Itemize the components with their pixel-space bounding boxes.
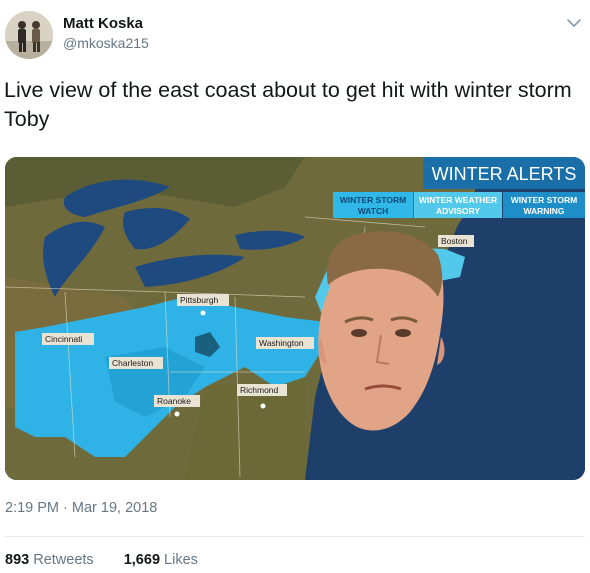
tweet-timestamp[interactable]: 2:19 PM · Mar 19, 2018 <box>5 500 157 516</box>
city-label-roanoke: Roanoke <box>157 396 191 406</box>
tweet-media-image[interactable]: WINTER ALERTS WINTER STORM WATCH WINTER … <box>5 157 585 480</box>
map-legend: WINTER STORM WATCH WINTER WEATHER ADVISO… <box>333 192 585 218</box>
city-label-charleston: Charleston <box>112 358 153 368</box>
divider <box>5 536 585 537</box>
svg-text:WINTER STORM: WINTER STORM <box>511 195 577 205</box>
likes-stat[interactable]: 1,669 Likes <box>124 552 198 568</box>
city-label-pittsburgh: Pittsburgh <box>180 295 219 305</box>
svg-text:WINTER WEATHER: WINTER WEATHER <box>419 195 497 205</box>
city-label-washington: Washington <box>259 338 304 348</box>
svg-text:WINTER STORM: WINTER STORM <box>340 195 406 205</box>
weather-map: WINTER ALERTS WINTER STORM WATCH WINTER … <box>5 157 585 480</box>
city-label-boston: Boston <box>441 236 468 246</box>
tweet-header: Matt Koska @mkoska215 <box>0 0 590 66</box>
tweet-text: Live view of the east coast about to get… <box>4 78 572 131</box>
map-banner-title: WINTER ALERTS <box>432 164 577 184</box>
chevron-down-icon[interactable] <box>566 16 582 30</box>
tweet-stats: 893 Retweets 1,669 Likes <box>5 552 198 568</box>
svg-text:WARNING: WARNING <box>523 206 564 216</box>
author-display-name[interactable]: Matt Koska <box>63 15 143 32</box>
author-handle[interactable]: @mkoska215 <box>63 35 149 51</box>
like-count: 1,669 <box>123 552 161 568</box>
retweet-count: 893 <box>5 552 30 568</box>
avatar[interactable] <box>5 11 53 59</box>
svg-text:ADVISORY: ADVISORY <box>436 206 480 216</box>
retweet-label: Retweets <box>33 552 94 568</box>
city-label-cincinnati: Cincinnati <box>45 334 82 344</box>
like-label: Likes <box>164 552 198 568</box>
retweets-stat[interactable]: 893 Retweets <box>5 552 94 568</box>
city-label-richmond: Richmond <box>240 385 279 395</box>
svg-text:WATCH: WATCH <box>358 206 389 216</box>
